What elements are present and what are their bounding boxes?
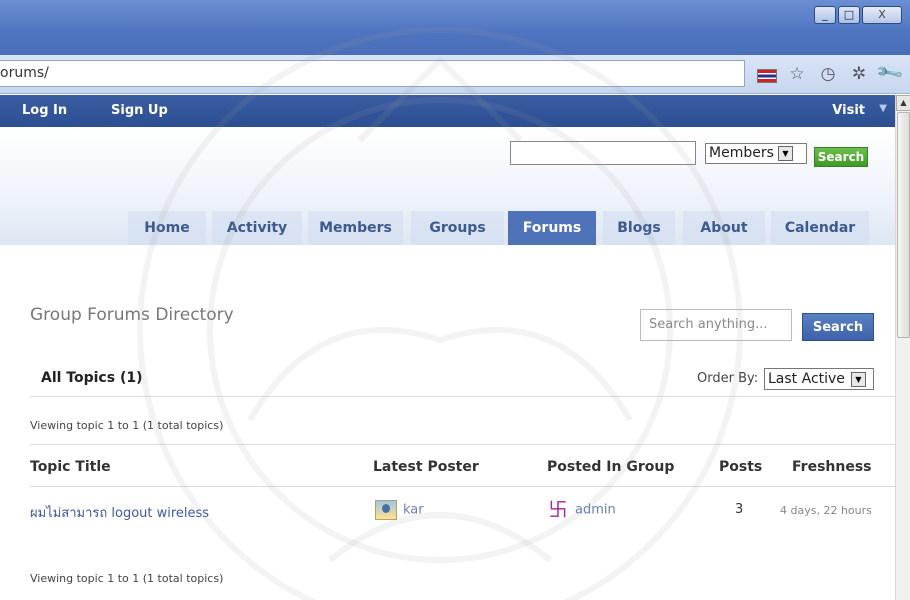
scroll-up-arrow-icon[interactable]: ▲ [896, 95, 910, 111]
browser-toolbar: orums/ ☆ ◷ ✲ 🔧 [0, 55, 910, 94]
toolbar-icons: ☆ ◷ ✲ 🔧 [757, 58, 905, 89]
table-row: ผมไม่สามารถ logout wireless [30, 502, 209, 523]
pagination-count-top: Viewing topic 1 to 1 (1 total topics) [30, 419, 224, 432]
avatar[interactable] [375, 500, 397, 520]
search-scope-value: Members [709, 145, 774, 161]
tab-calendar[interactable]: Calendar [771, 211, 869, 245]
scroll-thumb[interactable] [897, 112, 910, 338]
tab-forums[interactable]: Forums [508, 211, 596, 245]
tab-activity[interactable]: Activity [212, 211, 302, 245]
flag-icon[interactable] [757, 69, 777, 83]
browser-titlebar: _ □ X [0, 0, 910, 55]
divider [30, 486, 895, 487]
header-search-input[interactable] [510, 141, 696, 165]
main-nav: Home Activity Members Groups Forums Blog… [0, 211, 895, 245]
divider [30, 444, 895, 445]
address-bar[interactable]: orums/ [0, 60, 745, 87]
divider [30, 396, 895, 397]
admin-bar: Log In Sign Up Visit ▼ [0, 95, 895, 127]
gear-icon[interactable]: ✲ [848, 63, 870, 85]
all-topics-tab[interactable]: All Topics (1) [41, 370, 142, 386]
login-link[interactable]: Log In [22, 103, 67, 118]
freshness-link[interactable]: 4 days, 22 hours [780, 504, 872, 517]
globe-icon[interactable]: ◷ [817, 63, 839, 85]
minimize-button[interactable]: _ [814, 6, 836, 24]
latest-poster-cell: kar [375, 500, 424, 520]
dropdown-arrow-icon[interactable]: ▼ [850, 371, 866, 387]
close-button[interactable]: X [862, 6, 902, 24]
poster-link[interactable]: kar [403, 503, 424, 518]
signup-link[interactable]: Sign Up [111, 103, 168, 118]
pagination-count-bottom: Viewing topic 1 to 1 (1 total topics) [30, 572, 224, 585]
page-title: Group Forums Directory [30, 305, 234, 325]
site-header: Members ▼ Search Home Activity Members G… [0, 127, 895, 245]
search-scope-select[interactable]: Members ▼ [705, 143, 807, 164]
wrench-icon[interactable]: 🔧 [875, 58, 906, 90]
col-posts: Posts [719, 459, 763, 475]
topic-link[interactable]: ผมไม่สามารถ logout wireless [30, 506, 209, 521]
star-icon[interactable]: ☆ [786, 63, 808, 85]
col-latest-poster: Latest Poster [373, 459, 479, 475]
col-freshness: Freshness [792, 459, 872, 475]
tab-about[interactable]: About [683, 211, 765, 245]
col-topic-title: Topic Title [30, 459, 111, 475]
dropdown-arrow-icon[interactable]: ▼ [777, 146, 793, 161]
chevron-down-icon[interactable]: ▼ [879, 103, 887, 114]
col-posted-in-group: Posted In Group [547, 459, 675, 475]
forum-search-button[interactable]: Search [802, 313, 874, 341]
window-controls: _ □ X [814, 6, 902, 24]
tab-groups[interactable]: Groups [411, 211, 504, 245]
scrollbar[interactable]: ▲ [895, 95, 910, 600]
tab-home[interactable]: Home [128, 211, 206, 245]
group-cell: 卐 admin [547, 500, 616, 520]
group-avatar[interactable]: 卐 [547, 500, 569, 520]
group-link[interactable]: admin [575, 503, 616, 518]
order-by-select[interactable]: Last Active ▼ [764, 368, 874, 390]
tab-blogs[interactable]: Blogs [603, 211, 675, 245]
posts-count: 3 [735, 502, 744, 517]
order-by-value: Last Active [768, 371, 845, 387]
header-search-button[interactable]: Search [814, 147, 868, 167]
maximize-button[interactable]: □ [838, 6, 860, 24]
forum-search-input[interactable]: Search anything... [640, 309, 792, 341]
visit-menu[interactable]: Visit [832, 103, 865, 118]
tab-members[interactable]: Members [308, 211, 403, 245]
order-by-label: Order By: [697, 371, 759, 386]
